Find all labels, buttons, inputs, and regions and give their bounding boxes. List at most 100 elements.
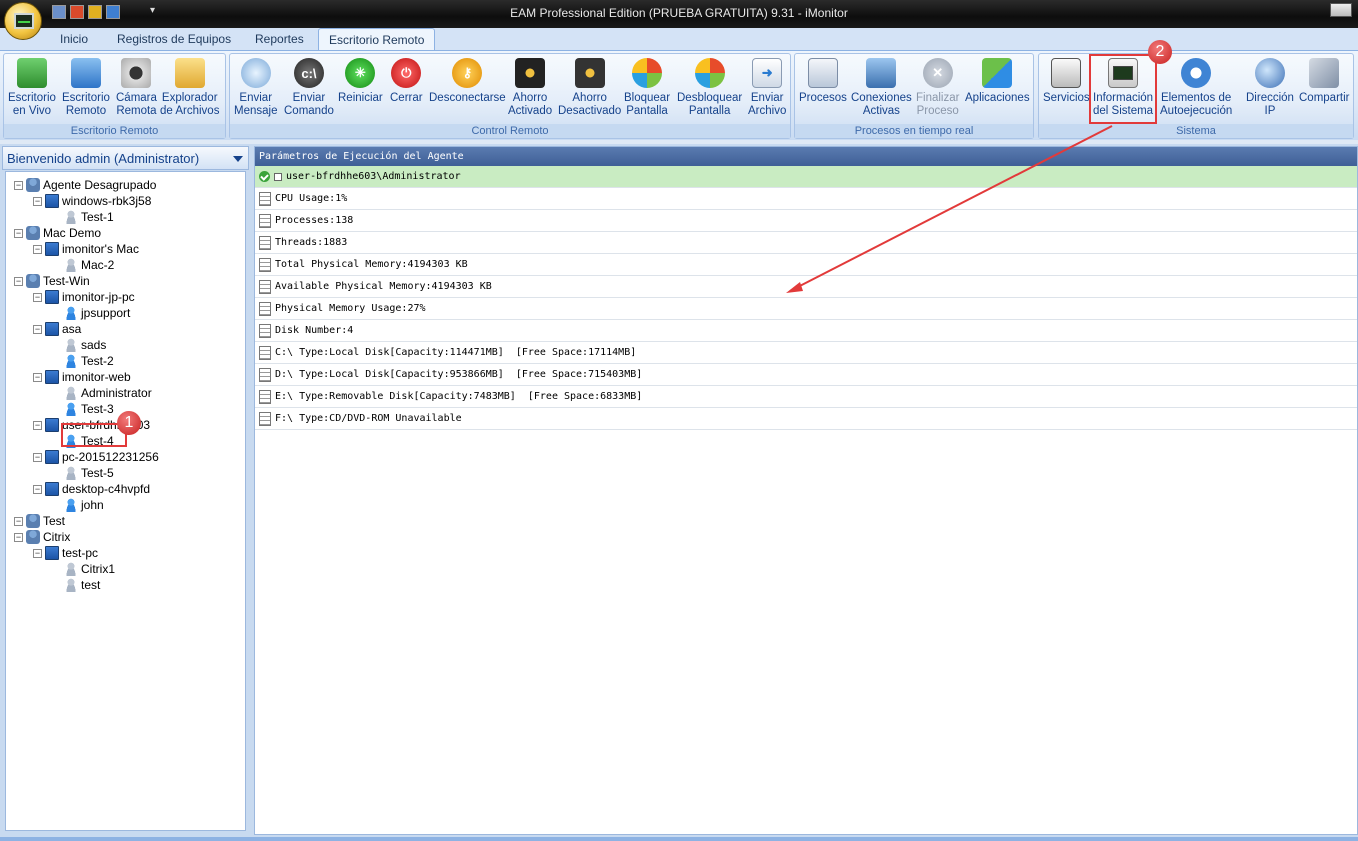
tree-node[interactable]: − Agente Desagrupado [14, 177, 156, 193]
tree-node[interactable]: − imonitor-jp-pc [33, 289, 135, 305]
autorun-button[interactable]: Elementos de Autoejecución [1160, 58, 1232, 118]
screensaver-on-icon [515, 58, 546, 88]
tab-inicio[interactable]: Inicio [50, 28, 98, 50]
tree-node-label: desktop-c4hvpfd [62, 482, 151, 496]
tree-node[interactable]: Test-3 [52, 401, 114, 417]
collapse-toggle-icon[interactable]: − [14, 532, 23, 542]
chevron-down-icon[interactable] [233, 156, 243, 162]
collapse-toggle-icon[interactable]: − [33, 420, 42, 430]
minimize-button[interactable] [1330, 3, 1352, 17]
tree-node[interactable]: − pc-201512231256 [33, 449, 159, 465]
parameter-row: Physical Memory Usage:27% [255, 298, 1357, 320]
unlock-screen-button[interactable]: Desbloquear Pantalla [677, 58, 742, 118]
lock-screen-button[interactable]: Bloquear Pantalla [624, 58, 670, 118]
tree-node[interactable]: test [52, 577, 100, 593]
expand-checkbox[interactable] [274, 172, 282, 181]
collapse-toggle-icon[interactable]: − [33, 196, 42, 206]
file-explorer-button[interactable]: Explorador de Archivos [160, 58, 219, 118]
annotation-badge-2: 2 [1148, 40, 1172, 64]
tree-node[interactable]: Test-5 [52, 465, 114, 481]
collapse-toggle-icon[interactable]: − [14, 516, 23, 526]
app-logo-icon [14, 13, 34, 29]
send-message-button[interactable]: Enviar Mensaje [234, 58, 277, 118]
tree-node[interactable]: − imonitor's Mac [33, 241, 139, 257]
screensaver-off-button[interactable]: Ahorro Desactivado [558, 58, 621, 118]
ip-address-button[interactable]: Dirección IP [1246, 58, 1294, 118]
send-command-button[interactable]: c:\ Enviar Comando [284, 58, 334, 118]
computer-icon [45, 546, 59, 560]
restart-button[interactable]: ✳ Reiniciar [338, 58, 383, 105]
applications-button[interactable]: Aplicaciones [965, 58, 1030, 105]
logoff-button[interactable]: ⚷ Desconectarse [429, 58, 506, 105]
document-icon [259, 389, 271, 404]
live-desktop-button[interactable]: Escritorio en Vivo [8, 58, 56, 118]
tree-node[interactable]: Citrix1 [52, 561, 115, 577]
collapse-toggle-icon[interactable]: − [33, 292, 42, 302]
collapse-toggle-icon[interactable]: − [33, 484, 42, 494]
app-menu-button[interactable] [4, 2, 42, 40]
tab-reportes[interactable]: Reportes [245, 28, 314, 50]
collapse-toggle-icon[interactable]: − [33, 372, 42, 382]
screensaver-on-button[interactable]: Ahorro Activado [508, 58, 552, 118]
tree-node[interactable]: − Test-Win [14, 273, 90, 289]
tree-node[interactable]: − Test [14, 513, 65, 529]
tree-node[interactable]: − Mac Demo [14, 225, 101, 241]
collapse-toggle-icon[interactable]: − [14, 228, 23, 238]
end-process-button[interactable]: ✕ Finalizar Proceso [916, 58, 959, 118]
sidebar-header-label: Bienvenido admin (Administrator) [7, 151, 200, 166]
gear-icon [1181, 58, 1212, 88]
tree-node-label: Test-3 [81, 402, 114, 416]
tree-node[interactable]: − desktop-c4hvpfd [33, 481, 150, 497]
user-icon [64, 306, 78, 320]
system-info-button[interactable]: Información del Sistema [1088, 54, 1158, 124]
user-icon [64, 498, 78, 512]
group-escritorio-remoto: Escritorio en Vivo Escritorio Remoto Cám… [3, 53, 226, 139]
user-icon [64, 210, 78, 224]
tree-node[interactable]: − test-pc [33, 545, 98, 561]
tree-node[interactable]: john [52, 497, 104, 513]
shutdown-button[interactable]: ⏻ Cerrar [390, 58, 423, 105]
services-button[interactable]: Servicios [1043, 58, 1090, 105]
main-area: Parámetros de Ejecución del Agente user-… [251, 144, 1358, 837]
tree-node[interactable]: − asa [33, 321, 81, 337]
tree-node[interactable]: Test-1 [52, 209, 114, 225]
processes-button[interactable]: Procesos [799, 58, 847, 105]
webcam-button[interactable]: Cámara Remota [116, 58, 157, 118]
parameter-text: CPU Usage:1% [275, 192, 348, 204]
tree-node[interactable]: jpsupport [52, 305, 130, 321]
end-process-icon: ✕ [922, 58, 953, 88]
tree-node[interactable]: Mac-2 [52, 257, 114, 273]
collapse-toggle-icon[interactable]: − [33, 324, 42, 334]
tree-node-label: Test-Win [43, 274, 90, 288]
tree-node[interactable]: − imonitor-web [33, 369, 131, 385]
agent-row[interactable]: user-bfrdhhe603\Administrator [255, 166, 1357, 188]
parameter-text: Available Physical Memory:4194303 KB [275, 280, 492, 292]
collapse-toggle-icon[interactable]: − [33, 452, 42, 462]
send-file-button[interactable]: ➜ Enviar Archivo [748, 58, 786, 118]
tree-node[interactable]: sads [52, 337, 106, 353]
tab-registros[interactable]: Registros de Equipos [107, 28, 241, 50]
unlock-screen-icon [694, 58, 725, 88]
collapse-toggle-icon[interactable]: − [33, 244, 42, 254]
group-title-procesos: Procesos en tiempo real [795, 124, 1033, 138]
parameter-text: Threads:1883 [275, 236, 348, 248]
tab-escritorio-remoto[interactable]: Escritorio Remoto [318, 28, 436, 50]
collapse-toggle-icon[interactable]: − [14, 276, 23, 286]
tree-node[interactable]: − windows-rbk3j58 [33, 193, 151, 209]
connections-button[interactable]: Conexiones Activas [851, 58, 912, 118]
tree-node[interactable]: Administrator [52, 385, 152, 401]
tree-node[interactable]: Test-2 [52, 353, 114, 369]
user-icon [64, 402, 78, 416]
lock-screen-icon [632, 58, 663, 88]
tree-node[interactable]: − Citrix [14, 529, 70, 545]
group-sistema: Servicios Información del Sistema Elemen… [1038, 53, 1354, 139]
document-icon [259, 279, 271, 294]
tree-node-label: jpsupport [81, 306, 131, 320]
collapse-toggle-icon[interactable]: − [33, 548, 42, 558]
remote-desktop-button[interactable]: Escritorio Remoto [62, 58, 110, 118]
share-button[interactable]: Compartir [1299, 58, 1349, 105]
tree-node[interactable]: Test-4 [52, 433, 114, 449]
collapse-toggle-icon[interactable]: − [14, 180, 23, 190]
sidebar-header[interactable]: Bienvenido admin (Administrator) [2, 146, 249, 170]
sidebar: Bienvenido admin (Administrator) − Agente… [0, 144, 251, 837]
